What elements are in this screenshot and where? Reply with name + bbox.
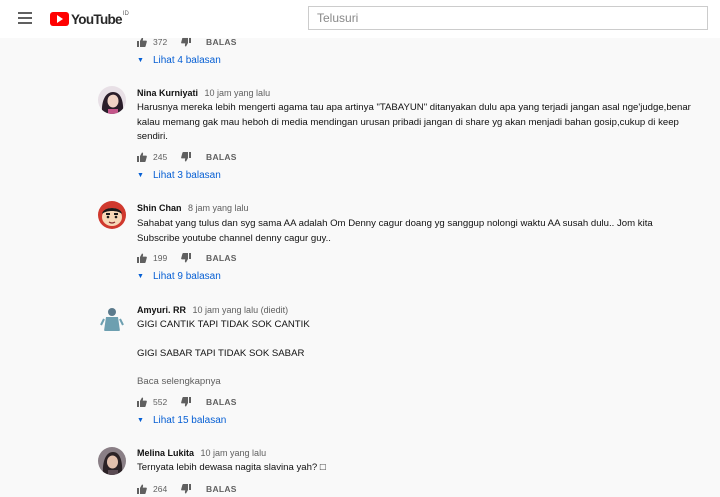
like-icon[interactable] bbox=[137, 37, 147, 47]
comment-time[interactable]: 10 jam yang lalu bbox=[205, 88, 271, 98]
like-count: 552 bbox=[153, 397, 168, 407]
dislike-icon[interactable] bbox=[181, 253, 191, 263]
like-count: 199 bbox=[153, 253, 168, 263]
author-name[interactable]: Melina Lukita bbox=[137, 448, 194, 458]
like-count: 372 bbox=[153, 37, 168, 47]
view-replies-link[interactable]: ▼ Lihat 15 balasan bbox=[137, 415, 226, 426]
youtube-play-icon bbox=[50, 12, 69, 26]
comment-header: Melina Lukita 10 jam yang lalu bbox=[137, 448, 266, 458]
masthead: YouTube ID bbox=[0, 0, 720, 38]
read-more-link[interactable]: Baca selengkapnya bbox=[137, 375, 697, 390]
avatar[interactable] bbox=[98, 305, 126, 333]
comment-actions: 199 BALAS bbox=[137, 250, 237, 266]
reply-button[interactable]: BALAS bbox=[206, 37, 237, 47]
comment-text: Harusnya mereka lebih mengerti agama tau… bbox=[137, 102, 691, 142]
author-name[interactable]: Amyuri. RR bbox=[137, 305, 186, 315]
comment-actions: 552 BALAS bbox=[137, 394, 237, 410]
like-count: 264 bbox=[153, 484, 168, 494]
like-icon[interactable] bbox=[137, 253, 147, 263]
youtube-logo[interactable]: YouTube ID bbox=[50, 9, 129, 29]
country-code: ID bbox=[122, 11, 129, 17]
view-replies-label: Lihat 4 balasan bbox=[152, 55, 221, 66]
like-count: 245 bbox=[153, 152, 168, 162]
comment-line: GIGI SABAR TAPI TIDAK SOK SABAR bbox=[137, 347, 305, 359]
like-icon[interactable] bbox=[137, 152, 147, 162]
comment-header: Shin Chan 8 jam yang lalu bbox=[137, 203, 249, 213]
youtube-wordmark: YouTube bbox=[71, 11, 123, 27]
like-icon[interactable] bbox=[137, 397, 147, 407]
comment-time[interactable]: 8 jam yang lalu bbox=[188, 203, 249, 213]
view-replies-link[interactable]: ▼ Lihat 4 balasan bbox=[137, 55, 221, 66]
avatar[interactable] bbox=[98, 201, 126, 229]
like-icon[interactable] bbox=[137, 484, 147, 494]
author-name[interactable]: Shin Chan bbox=[137, 203, 182, 213]
comment-header: Amyuri. RR 10 jam yang lalu (diedit) bbox=[137, 305, 288, 315]
comment-actions: 245 BALAS bbox=[137, 149, 237, 165]
comment-text: GIGI CANTIK TAPI TIDAK SOK CANTIK GIGI S… bbox=[137, 318, 697, 361]
comment-text: Sahabat yang tulus dan syg sama AA adala… bbox=[137, 218, 653, 244]
view-replies-label: Lihat 3 balasan bbox=[152, 170, 221, 181]
chevron-down-icon: ▼ bbox=[137, 172, 144, 179]
comment-time[interactable]: 10 jam yang lalu bbox=[201, 448, 267, 458]
comment-line: GIGI CANTIK TAPI TIDAK SOK CANTIK bbox=[137, 319, 310, 330]
chevron-down-icon: ▼ bbox=[137, 417, 144, 424]
dislike-icon[interactable] bbox=[181, 397, 191, 407]
hamburger-menu-icon[interactable] bbox=[18, 12, 32, 24]
comment-actions: 264 BALAS bbox=[137, 481, 237, 497]
reply-button[interactable]: BALAS bbox=[206, 484, 237, 494]
chevron-down-icon: ▼ bbox=[137, 273, 144, 280]
avatar[interactable] bbox=[98, 86, 126, 114]
dislike-icon[interactable] bbox=[181, 37, 191, 47]
view-replies-link[interactable]: ▼ Lihat 9 balasan bbox=[137, 271, 221, 282]
dislike-icon[interactable] bbox=[181, 152, 191, 162]
chevron-down-icon: ▼ bbox=[137, 57, 144, 64]
reply-button[interactable]: BALAS bbox=[206, 253, 237, 263]
view-replies-label: Lihat 9 balasan bbox=[152, 271, 221, 282]
view-replies-label: Lihat 15 balasan bbox=[152, 415, 227, 426]
comment-time[interactable]: 10 jam yang lalu (diedit) bbox=[193, 305, 289, 315]
dislike-icon[interactable] bbox=[181, 484, 191, 494]
comment-header: Nina Kurniyati 10 jam yang lalu bbox=[137, 88, 270, 98]
reply-button[interactable]: BALAS bbox=[206, 152, 237, 162]
search-input[interactable] bbox=[308, 6, 708, 30]
avatar[interactable] bbox=[98, 447, 126, 475]
author-name[interactable]: Nina Kurniyati bbox=[137, 88, 198, 98]
comment-text: Ternyata lebih dewasa nagita slavina yah… bbox=[137, 462, 326, 473]
reply-button[interactable]: BALAS bbox=[206, 397, 237, 407]
view-replies-link[interactable]: ▼ Lihat 3 balasan bbox=[137, 170, 221, 181]
